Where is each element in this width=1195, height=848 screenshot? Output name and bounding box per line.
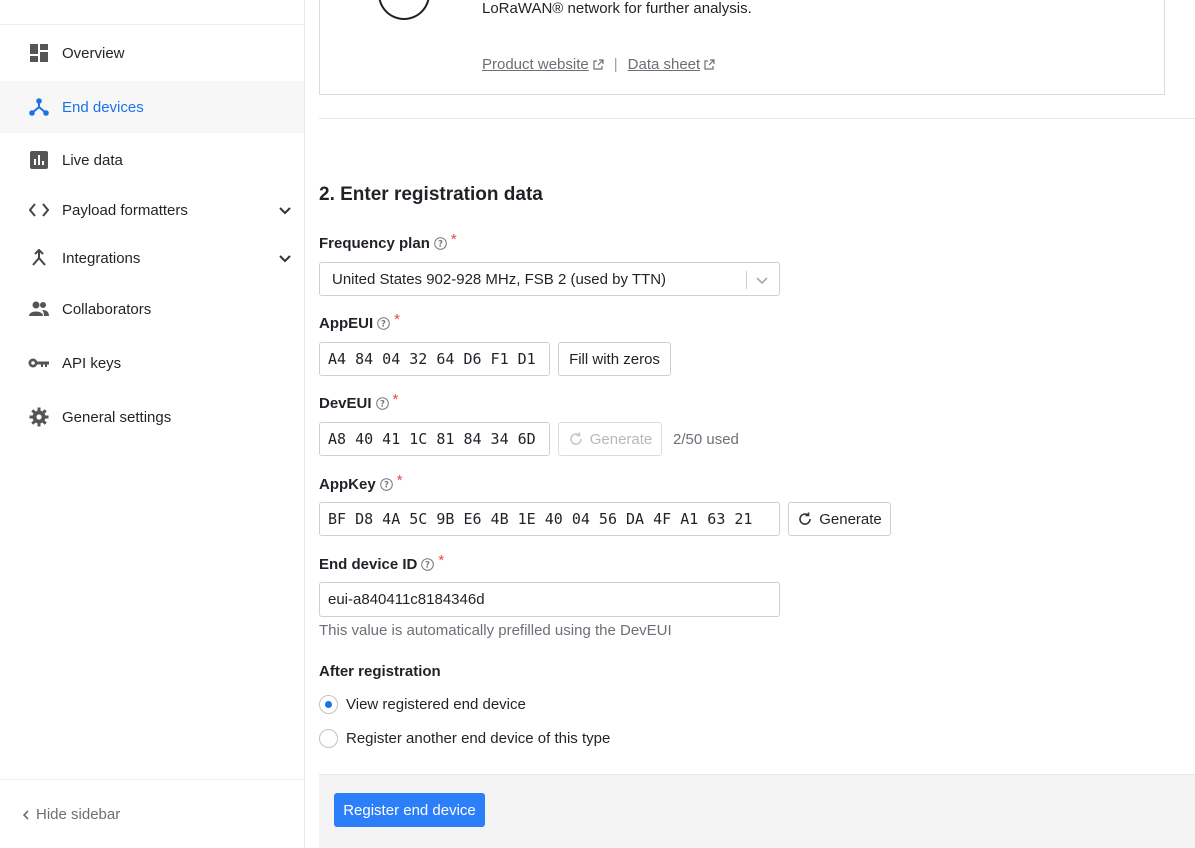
chevron-left-icon bbox=[22, 809, 29, 820]
app-key-label-text: AppKey bbox=[319, 476, 376, 493]
external-link-icon bbox=[704, 58, 715, 70]
chevron-down-icon[interactable] bbox=[278, 251, 292, 265]
radio-register-another[interactable]: Register another end device of this type bbox=[319, 729, 610, 748]
sidebar-divider bbox=[0, 24, 304, 25]
svg-text:?: ? bbox=[381, 320, 386, 330]
sidebar-item-label: API keys bbox=[62, 354, 122, 372]
frequency-plan-select[interactable]: United States 902-928 MHz, FSB 2 (used b… bbox=[319, 262, 780, 296]
fill-with-zeros-button[interactable]: Fill with zeros bbox=[558, 342, 671, 376]
register-end-device-button[interactable]: Register end device bbox=[334, 793, 485, 827]
sidebar-item-label: Payload formatters bbox=[62, 201, 188, 219]
frequency-plan-label: Frequency plan ? * bbox=[319, 231, 457, 252]
sidebar-item-label: Live data bbox=[62, 151, 123, 169]
sidebar-item-integrations[interactable]: Integrations bbox=[0, 232, 304, 284]
sidebar-item-overview[interactable]: Overview bbox=[0, 27, 304, 79]
required-mark: * bbox=[394, 311, 401, 328]
key-icon bbox=[28, 352, 50, 374]
radio-view-registered[interactable]: View registered end device bbox=[319, 695, 526, 714]
select-separator bbox=[746, 271, 747, 289]
sidebar-item-live-data[interactable]: Live data bbox=[0, 134, 304, 186]
generate-label: Generate bbox=[589, 430, 653, 448]
radio-label: Register another end device of this type bbox=[346, 730, 611, 747]
data-sheet-link[interactable]: Data sheet bbox=[628, 56, 716, 73]
generate-dev-eui-button[interactable]: Generate bbox=[558, 422, 662, 456]
sidebar-item-payload-formatters[interactable]: Payload formatters bbox=[0, 184, 304, 236]
hide-sidebar-button[interactable]: Hide sidebar bbox=[20, 806, 120, 823]
frequency-plan-label-text: Frequency plan bbox=[319, 235, 430, 252]
generate-app-key-button[interactable]: Generate bbox=[788, 502, 891, 536]
help-icon[interactable]: ? bbox=[375, 397, 389, 410]
help-icon[interactable]: ? bbox=[434, 237, 447, 250]
end-devices-icon bbox=[28, 96, 50, 118]
app-key-input[interactable]: BF D8 4A 5C 9B E6 4B 1E 40 04 56 DA 4F A… bbox=[319, 502, 780, 536]
svg-text:?: ? bbox=[384, 481, 389, 491]
fill-with-zeros-label: Fill with zeros bbox=[569, 350, 660, 368]
sidebar-item-api-keys[interactable]: API keys bbox=[0, 337, 304, 389]
data-sheet-label: Data sheet bbox=[627, 56, 701, 73]
device-image bbox=[378, 0, 430, 20]
end-device-id-label-text: End device ID bbox=[319, 556, 418, 573]
sidebar-item-general-settings[interactable]: General settings bbox=[0, 391, 304, 443]
sidebar-item-collaborators[interactable]: Collaborators bbox=[0, 283, 304, 335]
svg-text:?: ? bbox=[380, 400, 385, 410]
refresh-icon bbox=[799, 512, 812, 525]
device-links: Product website | Data sheet bbox=[482, 56, 715, 73]
gear-icon bbox=[28, 406, 50, 428]
dev-eui-label-text: DevEUI bbox=[319, 395, 372, 412]
generate-label: Generate bbox=[819, 510, 882, 528]
end-device-id-hint: This value is automatically prefilled us… bbox=[319, 622, 672, 639]
link-separator: | bbox=[613, 56, 618, 73]
svg-text:?: ? bbox=[438, 240, 443, 250]
required-mark: * bbox=[396, 472, 403, 489]
sidebar-item-end-devices[interactable]: End devices bbox=[0, 81, 304, 133]
sidebar-item-label: End devices bbox=[62, 98, 144, 116]
people-icon bbox=[28, 298, 50, 320]
frequency-plan-value: United States 902-928 MHz, FSB 2 (used b… bbox=[332, 270, 667, 288]
hide-sidebar-label: Hide sidebar bbox=[36, 806, 121, 823]
sidebar-item-label: Collaborators bbox=[62, 300, 152, 318]
main-content: LoRaWAN® network for further analysis. P… bbox=[305, 0, 1195, 848]
required-mark: * bbox=[392, 391, 399, 408]
chevron-down-icon[interactable] bbox=[755, 273, 769, 287]
sidebar-item-label: Overview bbox=[62, 44, 125, 62]
end-device-id-label: End device ID ? * bbox=[319, 552, 444, 573]
sidebar: Overview End devices Live data Payload f… bbox=[0, 0, 305, 848]
required-mark: * bbox=[450, 231, 457, 248]
integrations-icon bbox=[28, 247, 50, 269]
form-footer: Register end device bbox=[319, 774, 1195, 848]
dev-eui-label: DevEUI ? * bbox=[319, 391, 398, 412]
external-link-icon bbox=[593, 58, 604, 70]
app-key-label: AppKey ? * bbox=[319, 472, 403, 493]
help-icon[interactable]: ? bbox=[379, 478, 393, 491]
app-eui-input[interactable]: A4 84 04 32 64 D6 F1 D1 bbox=[319, 342, 550, 376]
code-icon bbox=[28, 199, 50, 221]
app-eui-label-text: AppEUI bbox=[319, 315, 374, 332]
dev-eui-input[interactable]: A8 40 41 1C 81 84 34 6D bbox=[319, 422, 550, 456]
sidebar-divider bbox=[0, 779, 304, 780]
svg-text:?: ? bbox=[425, 561, 430, 571]
chevron-down-icon[interactable] bbox=[278, 203, 292, 217]
product-website-link[interactable]: Product website bbox=[482, 56, 604, 73]
after-registration-label: After registration bbox=[319, 663, 441, 680]
bar-chart-icon bbox=[28, 149, 50, 171]
product-website-label: Product website bbox=[482, 56, 589, 73]
sidebar-item-label: Integrations bbox=[62, 249, 141, 267]
help-icon[interactable]: ? bbox=[377, 317, 390, 330]
device-info-card: LoRaWAN® network for further analysis. P… bbox=[319, 0, 1165, 95]
help-icon[interactable]: ? bbox=[421, 558, 435, 571]
device-description: LoRaWAN® network for further analysis. bbox=[482, 0, 752, 17]
end-device-id-input[interactable]: eui-a840411c8184346d bbox=[319, 582, 780, 617]
radio-button[interactable] bbox=[319, 695, 338, 714]
section-divider bbox=[319, 118, 1195, 119]
radio-dot bbox=[325, 701, 332, 708]
required-mark: * bbox=[438, 552, 445, 569]
app-eui-label: AppEUI ? * bbox=[319, 311, 400, 332]
refresh-icon bbox=[569, 432, 582, 445]
sidebar-item-label: General settings bbox=[62, 408, 172, 426]
section-title: 2. Enter registration data bbox=[319, 184, 543, 205]
radio-label: View registered end device bbox=[346, 696, 526, 713]
dev-eui-usage: 2/50 used bbox=[673, 431, 739, 448]
dashboard-icon bbox=[28, 42, 50, 64]
radio-button[interactable] bbox=[319, 729, 338, 748]
